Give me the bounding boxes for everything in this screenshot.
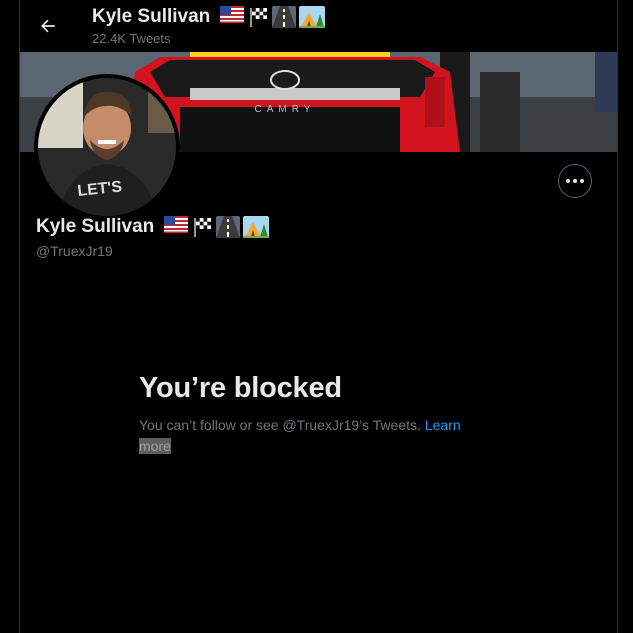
header-title: Kyle Sullivan [92, 6, 211, 28]
banner-brand-text: CAMRY [255, 104, 316, 115]
checkered-flag-icon [193, 218, 211, 237]
more-dot [573, 179, 577, 183]
more-dot [566, 179, 570, 183]
us-flag-icon [163, 216, 188, 233]
top-bar: Kyle Sullivan 22.4K Tweets [20, 0, 617, 52]
more-dot [580, 179, 584, 183]
profile-display-name: Kyle Sullivan [36, 216, 155, 238]
profile-column: Kyle Sullivan 22.4K Tweets CAMRY LET'S K… [19, 0, 618, 633]
more-options-button[interactable] [558, 164, 592, 198]
blocked-notice: You’re blocked You can’t follow or see @… [139, 372, 499, 457]
learn-more-link-text: Learn [424, 417, 461, 433]
profile-emojis [163, 216, 269, 238]
back-button[interactable] [34, 12, 62, 40]
road-icon [271, 6, 296, 28]
us-flag-icon [219, 6, 244, 23]
camping-icon [298, 6, 325, 28]
avatar-image: LET'S [38, 78, 176, 216]
tweet-count: 22.4K Tweets [92, 31, 171, 46]
header-emojis [219, 6, 325, 28]
profile-handle: @TruexJr19 [36, 243, 113, 259]
profile-name-row: Kyle Sullivan [36, 216, 269, 238]
arrow-left-icon [41, 19, 55, 33]
checkered-flag-icon [249, 8, 267, 27]
header-title-row: Kyle Sullivan [92, 6, 325, 28]
road-icon [215, 216, 240, 238]
blocked-message-text: You can’t follow or see @TruexJr19’s Twe… [139, 417, 421, 433]
blocked-heading: You’re blocked [139, 372, 342, 404]
learn-more-link-text-highlighted: more [139, 438, 171, 454]
avatar[interactable]: LET'S [34, 74, 180, 220]
blocked-message: You can’t follow or see @TruexJr19’s Twe… [139, 415, 499, 457]
camping-icon [242, 216, 269, 238]
